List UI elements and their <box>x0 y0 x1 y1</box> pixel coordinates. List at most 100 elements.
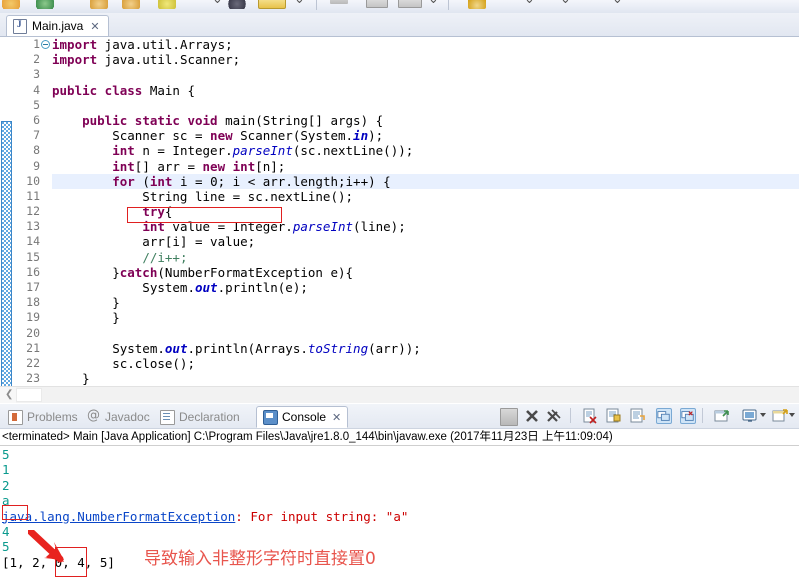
console-line: [1, 2, 0, 4, 5] <box>2 554 115 570</box>
exception-message: : For input string: "a" <box>235 508 409 524</box>
tab-javadoc[interactable]: Javadoc <box>87 407 150 427</box>
console-toolbar-separator <box>570 408 571 423</box>
pin-console-icon[interactable] <box>714 408 730 424</box>
chevron-left-icon: ❮ <box>5 389 14 400</box>
console-exception-line[interactable]: java.lang.NumberFormatException: For inp… <box>2 509 799 524</box>
main-toolbar[interactable]: ⌄ ⌄ ⌄ ⌄ ⌄ ⌄ <box>0 0 799 14</box>
code-line-21: System.out.println(Arrays.toString(arr))… <box>52 340 421 356</box>
code-line-19: } <box>52 310 120 326</box>
line-number: 17 <box>26 280 40 294</box>
annotation-note-text: 导致输入非整形字符时直接置0 <box>144 549 376 569</box>
code-line-8: int n = Integer.parseInt(sc.nextLine()); <box>112 143 414 159</box>
toolbar-new-wizard-icon[interactable] <box>2 0 20 9</box>
tab-label: Problems <box>27 410 78 424</box>
scroll-lock-icon[interactable] <box>606 408 622 424</box>
scrollbar-thumb[interactable] <box>16 388 42 402</box>
close-icon[interactable]: ✕ <box>90 21 99 32</box>
display-selected-console-dropdown-icon[interactable] <box>760 413 766 417</box>
close-icon[interactable]: ✕ <box>332 412 341 423</box>
console-output[interactable]: 5 1 2 a java.lang.NumberFormatException:… <box>0 447 799 587</box>
toolbar-run-icon[interactable] <box>158 0 176 9</box>
toolbar-open-type-icon[interactable] <box>122 0 140 9</box>
line-number: 6 <box>33 112 40 127</box>
code-editor[interactable]: 1 2 3 4 5 6 7 8 9 10 11 12 13 14 15 16 1… <box>0 36 799 387</box>
tab-main-java[interactable]: Main.java ✕ <box>6 15 109 36</box>
method-range-indicator <box>1 121 12 387</box>
line-number: 9 <box>33 158 40 173</box>
exception-link[interactable]: java.lang.NumberFormatException <box>2 509 235 524</box>
line-number: 22 <box>26 355 40 370</box>
remove-launch-icon[interactable] <box>524 408 540 424</box>
tab-label: Main.java <box>32 19 84 33</box>
console-icon <box>263 409 278 425</box>
console-tab-strip: Problems Javadoc Declaration Console ✕ <box>0 404 799 429</box>
toolbar-separator-2 <box>448 0 449 10</box>
show-console-on-error-icon[interactable] <box>680 408 696 424</box>
code-line-9: int[] arr = new int[n]; <box>112 158 286 174</box>
line-number: 14 <box>26 234 40 249</box>
tab-console[interactable]: Console ✕ <box>256 406 349 428</box>
open-console-dropdown-icon[interactable] <box>789 413 795 417</box>
toolbar-external-tools-dropdown-icon[interactable]: ⌄ <box>294 0 305 5</box>
display-selected-console-icon[interactable] <box>742 408 758 424</box>
code-line-22: sc.close(); <box>52 355 195 371</box>
show-console-on-output-icon[interactable] <box>656 408 672 424</box>
annotation-ruler[interactable] <box>0 37 14 387</box>
line-number: 8 <box>33 143 40 158</box>
line-number: 10 <box>26 173 40 188</box>
toolbar-new-java-class-icon[interactable] <box>330 0 348 4</box>
toolbar-save-icon[interactable] <box>36 0 54 9</box>
code-line-4: public class Main { <box>52 82 195 98</box>
tab-label: Declaration <box>179 410 240 424</box>
line-number: 21 <box>26 340 40 355</box>
remove-all-terminated-icon[interactable] <box>546 408 562 424</box>
console-line: 5 <box>2 539 10 555</box>
folding-gutter[interactable] <box>40 37 52 387</box>
line-number: 3 <box>33 67 40 82</box>
code-line-10: for (int i = 0; i < arr.length;i++) { <box>112 173 391 189</box>
line-number: 4 <box>33 82 40 97</box>
tab-declaration[interactable]: Declaration <box>160 407 240 427</box>
scroll-left-button[interactable]: ❮ <box>0 387 16 403</box>
terminate-icon[interactable] <box>500 408 518 426</box>
line-number: 11 <box>26 188 40 203</box>
code-line-7: Scanner sc = new Scanner(System.in); <box>52 128 384 144</box>
line-number: 15 <box>26 249 40 264</box>
toolbar-separator <box>316 0 317 10</box>
toolbar-last-edit-location-icon[interactable] <box>468 0 486 9</box>
problems-icon <box>8 409 23 425</box>
toolbar-annotation-dropdown-icon[interactable]: ⌄ <box>428 0 439 5</box>
declaration-icon <box>160 409 175 425</box>
toolbar-overflow-icon[interactable]: ⌄ <box>612 0 623 5</box>
console-line: a <box>2 493 10 509</box>
console-panel[interactable]: Problems Javadoc Declaration Console ✕ <box>0 404 799 587</box>
console-toolbar-separator-2 <box>702 408 703 423</box>
toolbar-external-tools-icon[interactable] <box>258 0 286 9</box>
code-line-6: public static void main(String[] args) { <box>82 112 384 128</box>
code-line-2: import java.util.Scanner; <box>52 52 241 68</box>
code-line-13: int value = Integer.parseInt(line); <box>142 219 406 235</box>
toolbar-debug-icon[interactable]: ⌄ <box>212 0 223 5</box>
fold-collapse-icon[interactable] <box>41 40 50 49</box>
tab-problems[interactable]: Problems <box>8 407 78 427</box>
toolbar-search-icon[interactable] <box>366 0 388 8</box>
word-wrap-icon[interactable] <box>630 408 646 424</box>
editor-horizontal-scrollbar[interactable]: ❮ <box>0 386 799 403</box>
toolbar-next-annotation-icon[interactable] <box>398 0 422 8</box>
line-number: 19 <box>26 310 40 325</box>
toolbar-forward-icon[interactable]: ⌄ <box>560 0 571 5</box>
toolbar-open-folder-icon[interactable] <box>90 0 108 9</box>
code-line-14: arr[i] = value; <box>52 234 256 250</box>
editor-tab-strip: Main.java ✕ <box>0 13 799 36</box>
line-number: 2 <box>33 52 40 67</box>
line-number: 18 <box>26 295 40 310</box>
toolbar-back-icon[interactable]: ⌄ <box>524 0 535 5</box>
clear-console-icon[interactable] <box>582 408 598 424</box>
javadoc-icon <box>87 408 101 424</box>
line-number: 20 <box>26 325 40 340</box>
open-console-icon[interactable] <box>772 408 788 424</box>
tab-label: Console <box>282 410 327 424</box>
code-text-area[interactable]: import java.util.Arrays; import java.uti… <box>52 37 799 387</box>
toolbar-run-last-icon[interactable] <box>228 0 246 9</box>
